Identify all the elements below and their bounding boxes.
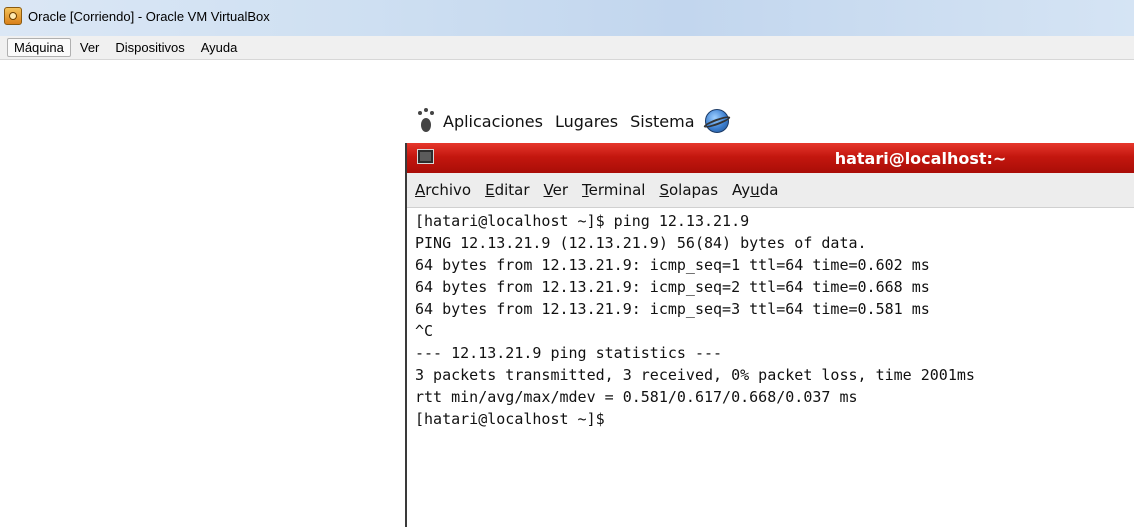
gnome-menu-lugares[interactable]: Lugares <box>555 112 618 131</box>
mnemonic-letter: S <box>659 181 669 199</box>
terminal-menu-bar: Archivo Editar Ver Terminal Solapas Ayud… <box>407 173 1134 208</box>
mnemonic-letter: T <box>582 181 589 199</box>
virtualbox-icon <box>4 7 22 25</box>
mnemonic-letter: A <box>415 181 426 199</box>
terminal-line: 3 packets transmitted, 3 received, 0% pa… <box>415 366 975 384</box>
host-menu-ver[interactable]: Ver <box>73 38 107 57</box>
gnome-menu-sistema[interactable]: Sistema <box>630 112 694 131</box>
terminal-line: --- 12.13.21.9 ping statistics --- <box>415 344 723 362</box>
host-window-title: Oracle [Corriendo] - Oracle VM VirtualBo… <box>28 8 270 24</box>
host-menu-dispositivos[interactable]: Dispositivos <box>108 38 191 57</box>
terminal-line: 64 bytes from 12.13.21.9: icmp_seq=3 ttl… <box>415 300 930 318</box>
host-menu-ayuda[interactable]: Ayuda <box>194 38 245 57</box>
mnemonic-letter: u <box>750 181 760 199</box>
gnome-top-panel: Aplicaciones Lugares Sistema <box>405 101 1134 141</box>
terminal-window[interactable]: hatari@localhost:~ Archivo Editar Ver Te… <box>405 143 1134 528</box>
terminal-line: rtt min/avg/max/mdev = 0.581/0.617/0.668… <box>415 388 858 406</box>
terminal-title: hatari@localhost:~ <box>834 149 1007 168</box>
host-menu-bar: Máquina Ver Dispositivos Ayuda <box>0 36 1134 60</box>
terminal-menu-ayuda[interactable]: Ayuda <box>732 181 778 199</box>
host-title-row: Oracle [Corriendo] - Oracle VM VirtualBo… <box>4 6 270 26</box>
terminal-menu-terminal[interactable]: Terminal <box>582 181 645 199</box>
terminal-title-bar[interactable]: hatari@localhost:~ <box>407 143 1134 173</box>
terminal-menu-archivo[interactable]: Archivo <box>415 181 471 199</box>
terminal-menu-editar[interactable]: Editar <box>485 181 529 199</box>
terminal-line: [hatari@localhost ~]$ ping 12.13.21.9 <box>415 212 750 230</box>
terminal-line: ^C <box>415 322 434 340</box>
host-title-bar[interactable]: Oracle [Corriendo] - Oracle VM VirtualBo… <box>0 0 1134 36</box>
terminal-menu-solapas[interactable]: Solapas <box>659 181 718 199</box>
mnemonic-letter: E <box>485 181 495 199</box>
terminal-output[interactable]: [hatari@localhost ~]$ ping 12.13.21.9 PI… <box>407 208 1134 528</box>
terminal-menu-ver[interactable]: Ver <box>544 181 569 199</box>
mnemonic-letter: V <box>543 181 553 199</box>
terminal-line: 64 bytes from 12.13.21.9: icmp_seq=1 ttl… <box>415 256 930 274</box>
terminal-line: PING 12.13.21.9 (12.13.21.9) 56(84) byte… <box>415 234 867 252</box>
terminal-prompt-line: [hatari@localhost ~]$ <box>415 410 605 428</box>
terminal-line: 64 bytes from 12.13.21.9: icmp_seq=2 ttl… <box>415 278 930 296</box>
host-menu-maquina[interactable]: Máquina <box>7 38 71 57</box>
gnome-foot-icon[interactable] <box>415 108 437 134</box>
network-globe-icon[interactable] <box>704 109 729 133</box>
gnome-menu-aplicaciones[interactable]: Aplicaciones <box>443 112 543 131</box>
